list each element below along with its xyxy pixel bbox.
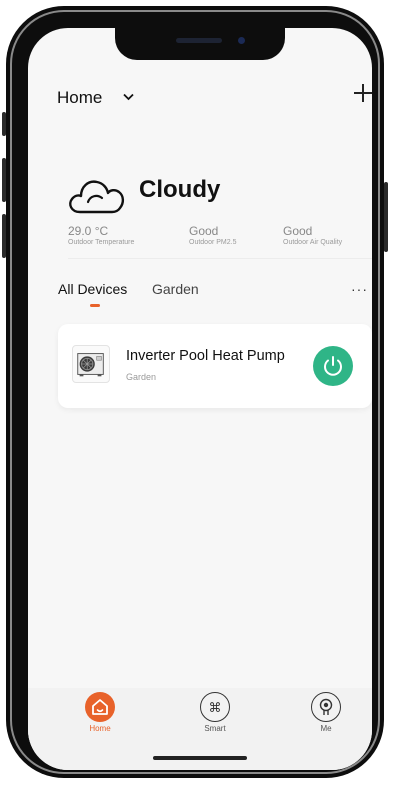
tabbar-home[interactable]: Home xyxy=(70,692,130,733)
app-screen: Home Cloudy 29.0 °C Outdoor Temperature … xyxy=(28,28,372,770)
tabbar-home-label: Home xyxy=(89,724,111,733)
plus-icon[interactable] xyxy=(350,80,372,106)
device-card[interactable]: Inverter Pool Heat Pump Garden xyxy=(58,324,372,408)
pm25-label: Outdoor PM2.5 xyxy=(189,239,237,246)
device-name: Inverter Pool Heat Pump xyxy=(126,348,285,364)
active-tab-indicator xyxy=(90,304,100,307)
tabbar-smart[interactable]: ⌘ Smart xyxy=(185,692,245,733)
air-quality-label: Outdoor Air Quality xyxy=(283,239,343,246)
home-selector[interactable]: Home xyxy=(57,88,102,108)
home-indicator xyxy=(153,756,247,760)
command-icon: ⌘ xyxy=(200,692,230,722)
stat-pm25: Good Outdoor PM2.5 xyxy=(189,224,236,246)
heat-pump-icon xyxy=(72,345,110,383)
power-side-button xyxy=(384,182,388,252)
device-room: Garden xyxy=(126,372,157,382)
phone-frame: Home Cloudy 29.0 °C Outdoor Temperature … xyxy=(6,6,384,778)
weather-condition: Cloudy xyxy=(139,176,221,203)
power-icon xyxy=(324,356,342,376)
person-icon xyxy=(311,692,341,722)
air-quality-value: Good xyxy=(283,224,313,238)
tab-all-devices[interactable]: All Devices xyxy=(58,281,127,297)
notch xyxy=(115,28,285,60)
tab-garden[interactable]: Garden xyxy=(152,281,199,297)
cloud-icon xyxy=(69,180,125,214)
stat-temperature: 29.0 °C Outdoor Temperature xyxy=(68,224,134,246)
home-icon xyxy=(85,692,115,722)
front-camera xyxy=(238,37,245,44)
stat-air-quality: Good Outdoor Air Quality xyxy=(283,224,342,246)
tabbar-smart-label: Smart xyxy=(204,724,226,733)
power-button[interactable] xyxy=(313,346,353,386)
divider xyxy=(68,258,372,259)
temperature-value: 29.0 °C xyxy=(68,224,109,238)
pm25-value: Good xyxy=(189,224,219,238)
speaker-grille xyxy=(176,38,222,43)
tabbar-me[interactable]: Me xyxy=(296,692,356,733)
svg-text:⌘: ⌘ xyxy=(209,701,222,716)
tabbar-me-label: Me xyxy=(320,724,332,733)
chevron-down-icon[interactable] xyxy=(123,89,134,104)
temperature-label: Outdoor Temperature xyxy=(68,239,135,246)
more-options-icon[interactable]: ··· xyxy=(351,281,368,297)
